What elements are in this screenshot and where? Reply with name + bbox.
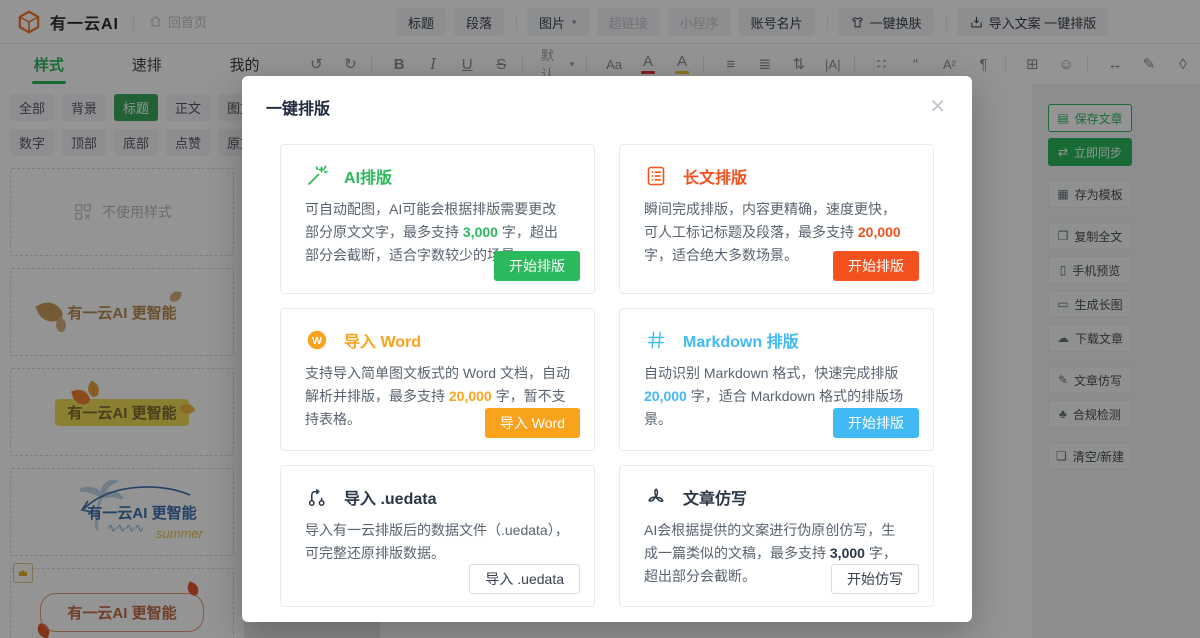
markdown-icon [644, 328, 668, 352]
app-root: 有一云AI 回首页 标题段落图片▾超链接小程序账号名片一键换肤导入文案 一键排版… [0, 0, 1200, 638]
imitate-action-button[interactable]: 开始仿写 [831, 564, 919, 594]
long-icon [644, 164, 668, 188]
imitate-icon [644, 485, 668, 509]
card-header: Markdown 排版 [644, 327, 909, 353]
word-limit-value: 20,000 [644, 388, 687, 404]
word-icon: W [305, 328, 329, 352]
card-header: 文章仿写 [644, 484, 909, 510]
card-title: Markdown 排版 [683, 328, 799, 352]
modal-card-imitate: 文章仿写AI会根据提供的文案进行伪原创仿写，生成一篇类似的文稿，最多支持 3,0… [619, 465, 934, 607]
uedata-action-button[interactable]: 导入 .uedata [469, 564, 580, 594]
word-limit-value: 3,000 [830, 545, 865, 561]
close-icon[interactable]: ✕ [923, 95, 952, 119]
card-title: 导入 .uedata [344, 485, 436, 509]
word-limit-value: 3,000 [463, 224, 498, 240]
card-title: AI排版 [344, 164, 392, 188]
card-header: W 导入 Word [305, 327, 570, 353]
modal-card-long: 长文排版瞬间完成排版，内容更精确，速度更快，可人工标记标题及段落，最多支持 20… [619, 144, 934, 294]
card-header: AI排版 [305, 163, 570, 189]
word-limit-value: 20,000 [449, 388, 492, 404]
modal-title: 一键排版 [266, 95, 330, 119]
modal-header: 一键排版 ✕ [242, 76, 972, 132]
one-click-layout-modal: 一键排版 ✕ AI排版可自动配图，AI可能会根据排版需要更改部分原文文字，最多支… [242, 76, 972, 622]
card-header: 导入 .uedata [305, 484, 570, 510]
svg-text:W: W [312, 335, 322, 347]
modal-card-uedata: 导入 .uedata导入有一云排版后的数据文件（.uedata），可完整还原排版… [280, 465, 595, 607]
card-header: 长文排版 [644, 163, 909, 189]
card-title: 导入 Word [344, 328, 421, 352]
markdown-action-button[interactable]: 开始排版 [833, 408, 919, 438]
modal-card-markdown: Markdown 排版自动识别 Markdown 格式，快速完成排版 20,00… [619, 308, 934, 451]
word-action-button[interactable]: 导入 Word [485, 408, 580, 438]
ai-action-button[interactable]: 开始排版 [494, 251, 580, 281]
card-title: 文章仿写 [683, 485, 747, 509]
card-description: 导入有一云排版后的数据文件（.uedata），可完整还原排版数据。 [305, 519, 570, 565]
modal-card-word: W导入 Word支持导入简单图文板式的 Word 文档，自动解析并排版，最多支持… [280, 308, 595, 451]
long-action-button[interactable]: 开始排版 [833, 251, 919, 281]
word-limit-value: 20,000 [858, 224, 901, 240]
modal-card-ai: AI排版可自动配图，AI可能会根据排版需要更改部分原文文字，最多支持 3,000… [280, 144, 595, 294]
card-title: 长文排版 [683, 164, 747, 188]
uedata-icon [305, 485, 329, 509]
modal-card-grid: AI排版可自动配图，AI可能会根据排版需要更改部分原文文字，最多支持 3,000… [242, 132, 972, 624]
ai-icon [305, 164, 329, 188]
